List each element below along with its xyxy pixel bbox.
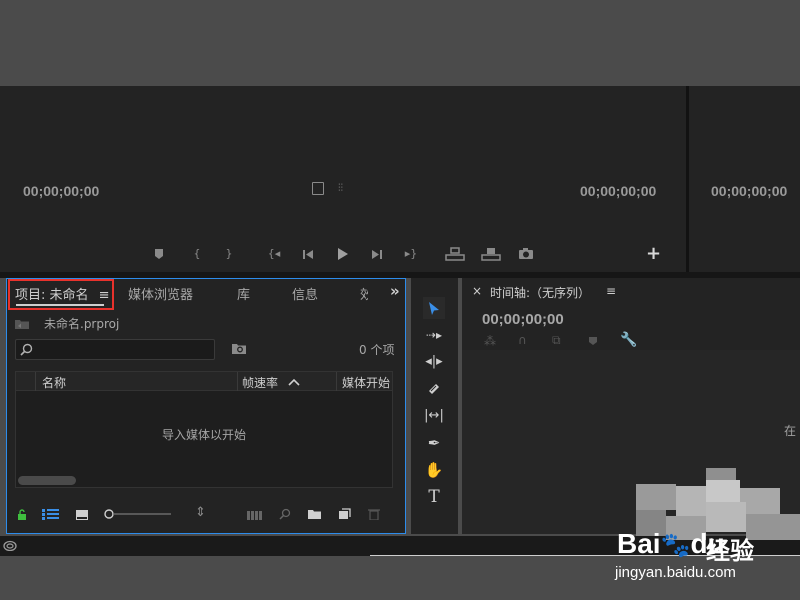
mark-in-icon[interactable]: { [188,248,206,260]
program-monitor: 00;00;00;00 [689,86,800,272]
icon-view-icon[interactable] [76,510,88,520]
pen-tool-icon[interactable]: ✒ [423,432,445,454]
trash-icon[interactable] [368,508,380,520]
slip-tool-icon[interactable]: |↔| [423,405,445,427]
column-name[interactable]: 名称 [42,374,66,391]
overwrite-icon[interactable] [481,247,501,261]
selection-tool-icon[interactable] [423,297,445,319]
zoom-slider[interactable] [103,508,173,520]
drag-audio-icon[interactable]: ⫶⫶ [338,183,343,194]
snap-icon[interactable]: ∩ [518,333,527,347]
tab-effects[interactable]: 效 [360,284,368,303]
razor-tool-icon[interactable] [423,378,445,400]
list-view-icon[interactable] [42,509,60,520]
wrench-icon[interactable]: 🔧 [620,332,637,348]
source-timecode-left[interactable]: 00;00;00;00 [23,183,99,199]
play-icon[interactable] [337,247,349,261]
column-media-start[interactable]: 媒体开始 [342,374,390,391]
column-separator [336,372,337,391]
lock-icon[interactable] [17,509,27,520]
search-icon [20,343,33,356]
go-to-in-icon[interactable]: {◂ [265,248,283,260]
highlight-annotation [8,279,114,310]
empty-list-message: 导入媒体以开始 [161,428,246,442]
track-select-tool-icon[interactable]: ⇢▸ [423,324,445,346]
top-strip [0,0,800,86]
source-timecode-right[interactable]: 00;00;00;00 [580,183,656,199]
drop-hint-text: 在 [784,424,797,438]
insert-icon[interactable] [445,247,465,261]
add-marker-icon[interactable] [588,336,598,346]
horizontal-scrollbar[interactable] [18,476,76,485]
more-tabs-icon[interactable]: » [390,282,400,300]
project-folder-icon [15,320,29,329]
tab-info[interactable]: 信息 [292,284,318,303]
go-to-out-icon[interactable]: ▸} [402,248,420,260]
paw-icon: 🐾 [660,532,691,559]
timeline-tab-title[interactable]: 时间轴:（无序列） [490,284,590,301]
tab-libraries[interactable]: 库 [237,284,250,303]
step-back-icon[interactable] [302,249,314,260]
item-count: 0 个项 [359,343,395,357]
list-header: 名称 帧速率 媒体开始 [16,372,392,391]
hand-tool-icon[interactable]: ✋ [423,459,445,481]
timeline-close-icon[interactable]: × [472,284,482,298]
tab-media-browser[interactable]: 媒体浏览器 [128,284,193,303]
find-icon[interactable] [279,508,291,520]
program-timecode[interactable]: 00;00;00;00 [711,183,787,199]
tools-panel: ⇢▸ ◂|▸ |↔| ✒ ✋ T [411,278,458,534]
tab-effects-label: 效 [360,288,368,303]
new-item-icon[interactable] [338,508,351,520]
premiere-window: 00;00;00;00 00;00;00;00 ⫶⫶ { } {◂ ▸} + 0… [0,0,800,600]
column-separator [237,372,238,391]
column-frame-rate[interactable]: 帧速率 [242,374,278,391]
automate-to-sequence-icon[interactable] [247,511,263,520]
timeline-menu-icon[interactable]: ≡ [606,284,616,298]
marker-icon[interactable] [153,248,165,260]
drag-video-icon[interactable] [312,182,324,195]
ripple-edit-tool-icon[interactable]: ◂|▸ [423,351,445,373]
new-bin-icon[interactable] [307,509,322,520]
step-forward-icon[interactable] [371,249,383,260]
mark-out-icon[interactable]: } [220,248,238,260]
source-monitor: 00;00;00;00 00;00;00;00 ⫶⫶ { } {◂ ▸} + [0,86,686,272]
timeline-timecode[interactable]: 00;00;00;00 [482,311,564,328]
project-item-list[interactable]: 名称 帧速率 媒体开始 导入媒体以开始 [15,371,393,488]
project-panel: 项目: 未命名 ≡ 媒体浏览器 库 信息 效 » 未命名.prproj 0 个项… [6,278,406,534]
sort-icons-icon[interactable]: ⇕ [195,505,206,520]
column-separator [35,372,36,391]
creative-cloud-icon [3,540,17,551]
watermark-logo-bai: Bai [617,528,661,559]
sort-ascending-icon[interactable] [288,378,300,386]
watermark-brand: 经验 [706,538,754,565]
new-search-bin-icon[interactable] [231,342,247,355]
button-editor-icon[interactable]: + [646,243,661,264]
search-input[interactable] [15,339,215,360]
watermark-url: jingyan.baidu.com [615,564,736,581]
type-tool-icon[interactable]: T [423,486,445,508]
linked-selection-icon[interactable]: ⧉ [552,333,561,348]
project-file-name: 未命名.prproj [44,317,120,331]
nest-icon[interactable]: ⁂ [484,334,496,348]
export-frame-icon[interactable] [518,248,534,260]
